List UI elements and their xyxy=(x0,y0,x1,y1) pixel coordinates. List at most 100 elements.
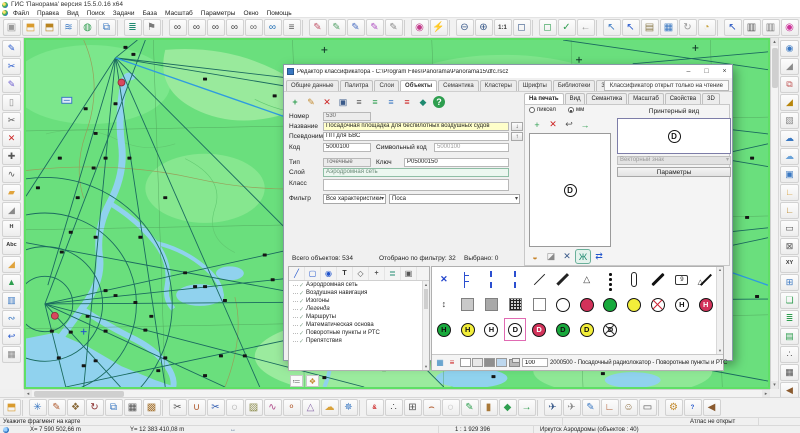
open-map-icon[interactable]: ⬒ xyxy=(22,19,40,36)
move-object-icon[interactable]: ❖ xyxy=(67,399,85,416)
circle-crossed-symbol[interactable] xyxy=(646,292,670,317)
code-field[interactable]: 5000100 xyxy=(323,143,371,152)
minimize-button[interactable]: – xyxy=(681,66,696,77)
antenna-icon[interactable]: ✵ xyxy=(340,399,358,416)
scroll-up-icon[interactable]: ▴ xyxy=(717,267,723,273)
lightning-icon[interactable]: ⚡ xyxy=(430,19,448,36)
select-palette-icon[interactable]: ✎ xyxy=(309,19,327,36)
edit-nodes-icon[interactable]: ∿ xyxy=(2,166,21,183)
sign-icon[interactable]: ✎ xyxy=(582,399,600,416)
select-favorites-icon[interactable]: ✎ xyxy=(366,19,384,36)
box-9-symbol[interactable]: 9 xyxy=(670,267,694,292)
tab-Общие данные[interactable]: Общие данные xyxy=(286,80,339,91)
triangle-symbol[interactable]: △ xyxy=(575,267,599,292)
menu-Поиск[interactable]: Поиск xyxy=(83,10,109,17)
print-icon[interactable]: ▥ xyxy=(743,19,761,36)
scroll-up-icon[interactable]: ▴ xyxy=(771,38,778,46)
capsule-symbol[interactable] xyxy=(622,267,646,292)
navigator-icon[interactable]: ▣ xyxy=(780,166,799,183)
planes-icon[interactable]: ✈ xyxy=(544,399,562,416)
people-icon[interactable]: ☺ xyxy=(620,399,638,416)
symbol-code-field[interactable]: 5000100 xyxy=(434,143,509,152)
new-map-icon[interactable]: ▣ xyxy=(3,19,21,36)
dialog-titlebar[interactable]: Редактор классификатора - C:\Program Fil… xyxy=(284,65,732,78)
scroll-thumb[interactable] xyxy=(424,289,428,309)
x-symbol[interactable]: ✕ xyxy=(432,267,456,292)
cursor-icon[interactable]: ↖ xyxy=(724,19,742,36)
turn-icon[interactable]: ∟ xyxy=(601,399,619,416)
cut-line-icon[interactable]: ✂ xyxy=(169,399,187,416)
circle-green-D-symbol[interactable]: D xyxy=(551,317,575,342)
gear-icon[interactable]: ⚙ xyxy=(665,399,683,416)
alias-up-button[interactable]: ↑ xyxy=(511,132,523,141)
sign-edit-area[interactable]: D xyxy=(529,133,611,247)
menu-База[interactable]: База xyxy=(139,10,161,17)
scroll-down-icon[interactable]: ▾ xyxy=(423,363,429,370)
check-icon[interactable]: ✓ xyxy=(299,282,304,289)
check-icon[interactable]: ✓ xyxy=(299,298,304,305)
hatch-icon[interactable]: ◪ xyxy=(543,249,559,264)
flash-icon[interactable]: ◢ xyxy=(780,58,799,75)
planes2-icon[interactable]: ✈ xyxy=(563,399,581,416)
alias-field[interactable]: ПП для БВС xyxy=(323,132,509,141)
monitor-icon[interactable]: ▭ xyxy=(639,399,657,416)
swatch-#e8e8e8[interactable] xyxy=(472,358,483,367)
ruler2-icon[interactable]: ∟ xyxy=(780,202,799,219)
name-down-button[interactable]: ↓ xyxy=(511,122,523,131)
triangle-tool-icon[interactable]: △ xyxy=(302,399,320,416)
tab-Семантика[interactable]: Семантика xyxy=(586,93,627,104)
menu-Файл[interactable]: Файл xyxy=(9,10,33,17)
menu-Вид[interactable]: Вид xyxy=(63,10,83,17)
tab-Семантика[interactable]: Семантика xyxy=(438,80,479,91)
vector-sign-select[interactable]: Векторный знак xyxy=(617,156,731,165)
tab-Вид[interactable]: Вид xyxy=(565,93,586,104)
mirror-icon[interactable]: Ж xyxy=(575,249,591,264)
marker-icon[interactable]: ▰ xyxy=(2,184,21,201)
next-sign-icon[interactable]: → xyxy=(577,117,593,132)
circle-green-symbol[interactable] xyxy=(599,292,623,317)
delete-object-icon[interactable]: ✕ xyxy=(319,95,335,110)
search-icon[interactable]: ∞ xyxy=(169,19,187,36)
circle-D-crossed-symbol[interactable]: D xyxy=(599,317,623,342)
layer-field[interactable]: Аэродромная сеть xyxy=(323,168,509,177)
grid-icon[interactable]: ▦ xyxy=(124,399,142,416)
swap-icon[interactable]: ⇄ xyxy=(591,249,607,264)
lasso-icon[interactable]: ◌ xyxy=(442,399,460,416)
edit-object-icon[interactable]: ✎ xyxy=(48,399,66,416)
swatch-#8f8f8f[interactable] xyxy=(484,358,495,367)
network-icon[interactable]: ∴ xyxy=(780,346,799,363)
circle-red-H-symbol[interactable]: H xyxy=(694,292,716,317)
vector-sign-icon[interactable]: ◇ xyxy=(353,267,369,280)
cross-tool-icon[interactable]: ✕ xyxy=(559,249,575,264)
spotlight-a-icon[interactable]: ◢ xyxy=(2,202,21,219)
circle-white-symbol[interactable] xyxy=(551,292,575,317)
map-scale[interactable]: 1 : 1 929 396 xyxy=(455,427,490,433)
move-point-icon[interactable]: ✚ xyxy=(2,148,21,165)
palette-icon[interactable]: ◉ xyxy=(411,19,429,36)
hydro-icon[interactable]: ∾ xyxy=(2,310,21,327)
tab-Слои[interactable]: Слои xyxy=(374,80,399,91)
site-marker-icon[interactable]: ⚑ xyxy=(143,19,161,36)
refresh-icon[interactable]: ↻ xyxy=(679,19,697,36)
tab-Масштаб[interactable]: Масштаб xyxy=(628,93,664,104)
search-name-icon[interactable]: ∞ xyxy=(207,19,225,36)
menu-Масштаб[interactable]: Масштаб xyxy=(161,10,197,17)
swatch-#ffffff[interactable] xyxy=(460,358,471,367)
view-frame-icon[interactable]: ◻ xyxy=(539,19,557,36)
points-icon[interactable]: ∴ xyxy=(385,399,403,416)
view-select-icon[interactable]: ◉ xyxy=(780,40,799,57)
pencil-green-icon[interactable]: ✎ xyxy=(461,399,479,416)
tree-item-Математическая основа[interactable]: ✓Математическая основа xyxy=(289,321,422,329)
ampersand-icon[interactable]: & xyxy=(366,399,384,416)
h-label-icon[interactable]: H xyxy=(2,220,21,237)
tree-scrollbar[interactable]: ▴ ▾ xyxy=(422,281,429,370)
calculator-icon[interactable]: ▦ xyxy=(780,364,799,381)
zoom-1-1-button[interactable]: 1:1 xyxy=(494,19,512,36)
class-field[interactable] xyxy=(323,179,509,191)
dots-symbol[interactable] xyxy=(599,267,623,292)
layers-stack-icon[interactable]: ≣ xyxy=(780,310,799,327)
smooth-icon[interactable]: ∿ xyxy=(264,399,282,416)
menu-Параметры[interactable]: Параметры xyxy=(197,10,240,17)
pencil-cut-icon[interactable]: ✂ xyxy=(2,58,21,75)
help-icon[interactable]: ? xyxy=(433,96,445,108)
